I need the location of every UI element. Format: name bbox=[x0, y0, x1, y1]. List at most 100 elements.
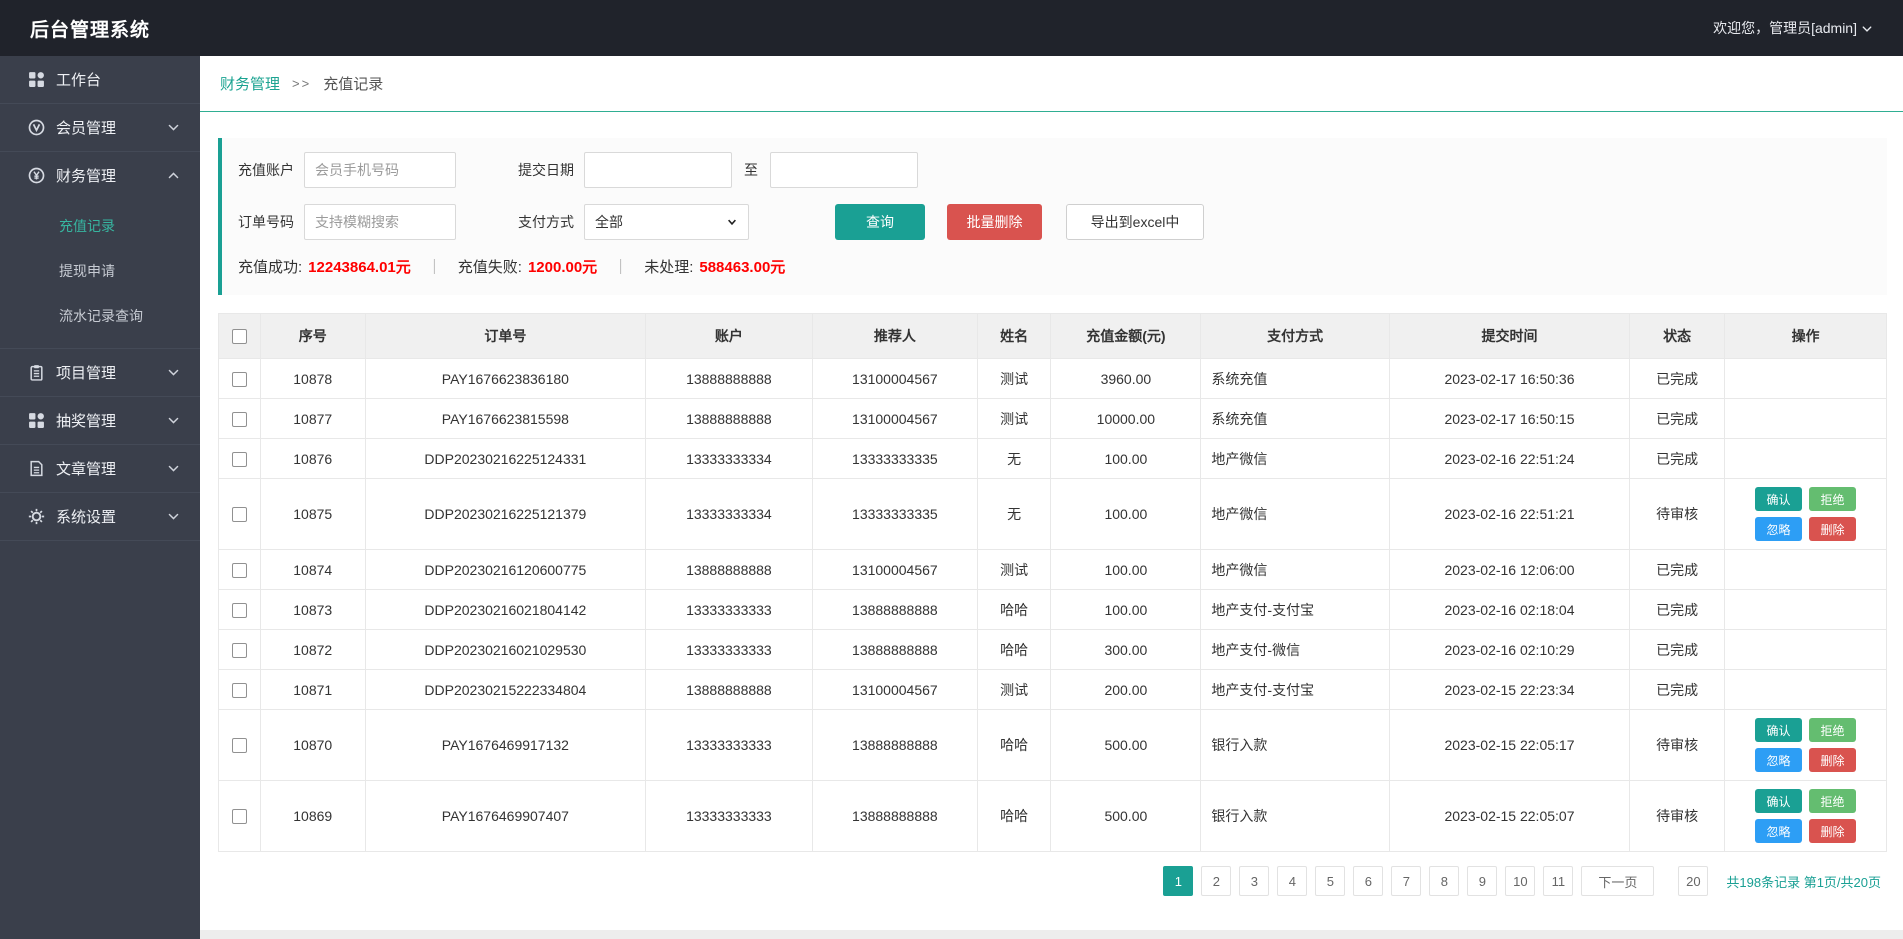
sidebar-subitem-充值记录[interactable]: 充值记录 bbox=[0, 203, 200, 248]
page-button-4[interactable]: 4 bbox=[1277, 866, 1307, 896]
cell-name: 测试 bbox=[977, 359, 1050, 399]
cell-time: 2023-02-15 22:23:34 bbox=[1389, 670, 1629, 710]
cell-id: 10872 bbox=[260, 630, 365, 670]
order-label: 订单号码 bbox=[238, 212, 294, 232]
sidebar-block: 文章管理 bbox=[0, 445, 200, 493]
filter-panel: 充值账户 提交日期 至 订单号码 支付方式 全部 查询 bbox=[218, 138, 1887, 295]
next-page-button[interactable]: 下一页 bbox=[1581, 866, 1654, 896]
page-button-1[interactable]: 1 bbox=[1163, 866, 1193, 896]
topbar: 后台管理系统 欢迎您，管理员[admin] bbox=[0, 0, 1903, 56]
row-checkbox-cell bbox=[219, 439, 261, 479]
stat-pending-label: 未处理: bbox=[644, 256, 693, 277]
confirm-button[interactable]: 确认 bbox=[1755, 789, 1802, 813]
cell-actions bbox=[1725, 359, 1887, 399]
select-all-checkbox[interactable] bbox=[232, 329, 247, 344]
order-input[interactable] bbox=[304, 204, 456, 240]
user-menu[interactable]: 欢迎您，管理员[admin] bbox=[1713, 18, 1873, 38]
chevron-down-icon bbox=[1861, 23, 1873, 35]
sidebar-item-会员管理[interactable]: 会员管理 bbox=[0, 104, 200, 151]
cell-account: 13888888888 bbox=[646, 670, 813, 710]
payment-select[interactable]: 全部 bbox=[584, 204, 749, 240]
header-checkbox-cell bbox=[219, 314, 261, 359]
page-button-3[interactable]: 3 bbox=[1239, 866, 1269, 896]
export-excel-button[interactable]: 导出到excel中 bbox=[1066, 204, 1204, 240]
row-checkbox[interactable] bbox=[232, 563, 247, 578]
breadcrumb-parent-link[interactable]: 财务管理 bbox=[220, 73, 280, 94]
table-row: 10871 DDP20230215222334804 13888888888 1… bbox=[219, 670, 1887, 710]
page-button-10[interactable]: 10 bbox=[1505, 866, 1535, 896]
column-header-状态: 状态 bbox=[1630, 314, 1725, 359]
sidebar-item-工作台[interactable]: 工作台 bbox=[0, 56, 200, 103]
delete-button[interactable]: 删除 bbox=[1809, 819, 1856, 843]
member-icon bbox=[28, 119, 45, 136]
payment-label: 支付方式 bbox=[518, 212, 574, 232]
row-checkbox[interactable] bbox=[232, 603, 247, 618]
cell-name: 测试 bbox=[977, 399, 1050, 439]
date-from-input[interactable] bbox=[584, 152, 732, 188]
cell-time: 2023-02-16 22:51:21 bbox=[1389, 479, 1629, 550]
delete-button[interactable]: 删除 bbox=[1809, 517, 1856, 541]
reject-button[interactable]: 拒绝 bbox=[1809, 718, 1856, 742]
row-checkbox[interactable] bbox=[232, 643, 247, 658]
chevron-down-icon bbox=[167, 366, 180, 379]
page-button-7[interactable]: 7 bbox=[1391, 866, 1421, 896]
chevron-down-icon bbox=[167, 414, 180, 427]
page-button-5[interactable]: 5 bbox=[1315, 866, 1345, 896]
date-to-input[interactable] bbox=[770, 152, 918, 188]
sidebar-item-财务管理[interactable]: 财务管理 bbox=[0, 152, 200, 199]
confirm-button[interactable]: 确认 bbox=[1755, 718, 1802, 742]
table-row: 10873 DDP20230216021804142 13333333333 1… bbox=[219, 590, 1887, 630]
row-checkbox-cell bbox=[219, 399, 261, 439]
reject-button[interactable]: 拒绝 bbox=[1809, 487, 1856, 511]
row-checkbox[interactable] bbox=[232, 412, 247, 427]
page-button-6[interactable]: 6 bbox=[1353, 866, 1383, 896]
sidebar-subitem-流水记录查询[interactable]: 流水记录查询 bbox=[0, 293, 200, 338]
page-button-8[interactable]: 8 bbox=[1429, 866, 1459, 896]
confirm-button[interactable]: 确认 bbox=[1755, 487, 1802, 511]
delete-button[interactable]: 删除 bbox=[1809, 748, 1856, 772]
cell-time: 2023-02-16 22:51:24 bbox=[1389, 439, 1629, 479]
page-button-11[interactable]: 11 bbox=[1543, 866, 1573, 896]
cell-id: 10877 bbox=[260, 399, 365, 439]
cell-status: 已完成 bbox=[1630, 670, 1725, 710]
cell-amount: 500.00 bbox=[1051, 710, 1201, 781]
sidebar-subitem-提现申请[interactable]: 提现申请 bbox=[0, 248, 200, 293]
column-header-充值金额(元): 充值金额(元) bbox=[1051, 314, 1201, 359]
account-input[interactable] bbox=[304, 152, 456, 188]
cell-status: 已完成 bbox=[1630, 630, 1725, 670]
breadcrumb-current: 充值记录 bbox=[323, 73, 383, 94]
stat-success-value: 12243864.01元 bbox=[308, 256, 411, 277]
cell-id: 10871 bbox=[260, 670, 365, 710]
cell-method: 银行入款 bbox=[1201, 710, 1389, 781]
ignore-button[interactable]: 忽略 bbox=[1755, 819, 1802, 843]
column-header-订单号: 订单号 bbox=[365, 314, 645, 359]
column-header-账户: 账户 bbox=[646, 314, 813, 359]
row-checkbox[interactable] bbox=[232, 809, 247, 824]
cell-account: 13333333333 bbox=[646, 710, 813, 781]
cell-referrer: 13100004567 bbox=[812, 550, 977, 590]
cell-referrer: 13888888888 bbox=[812, 630, 977, 670]
search-button[interactable]: 查询 bbox=[835, 204, 925, 240]
batch-delete-button[interactable]: 批量删除 bbox=[947, 204, 1042, 240]
sidebar-item-抽奖管理[interactable]: 抽奖管理 bbox=[0, 397, 200, 444]
last-page-button[interactable]: 20 bbox=[1678, 866, 1708, 896]
cell-account: 13333333333 bbox=[646, 630, 813, 670]
row-checkbox[interactable] bbox=[232, 507, 247, 522]
page-button-9[interactable]: 9 bbox=[1467, 866, 1497, 896]
cell-status: 已完成 bbox=[1630, 550, 1725, 590]
ignore-button[interactable]: 忽略 bbox=[1755, 748, 1802, 772]
column-header-推荐人: 推荐人 bbox=[812, 314, 977, 359]
sidebar-item-项目管理[interactable]: 项目管理 bbox=[0, 349, 200, 396]
reject-button[interactable]: 拒绝 bbox=[1809, 789, 1856, 813]
row-checkbox[interactable] bbox=[232, 683, 247, 698]
row-checkbox[interactable] bbox=[232, 452, 247, 467]
row-checkbox[interactable] bbox=[232, 738, 247, 753]
page-button-2[interactable]: 2 bbox=[1201, 866, 1231, 896]
sidebar-item-系统设置[interactable]: 系统设置 bbox=[0, 493, 200, 540]
row-checkbox[interactable] bbox=[232, 372, 247, 387]
table-row: 10876 DDP20230216225124331 13333333334 1… bbox=[219, 439, 1887, 479]
ignore-button[interactable]: 忽略 bbox=[1755, 517, 1802, 541]
table-row: 10872 DDP20230216021029530 13333333333 1… bbox=[219, 630, 1887, 670]
sidebar-item-文章管理[interactable]: 文章管理 bbox=[0, 445, 200, 492]
column-header-提交时间: 提交时间 bbox=[1389, 314, 1629, 359]
